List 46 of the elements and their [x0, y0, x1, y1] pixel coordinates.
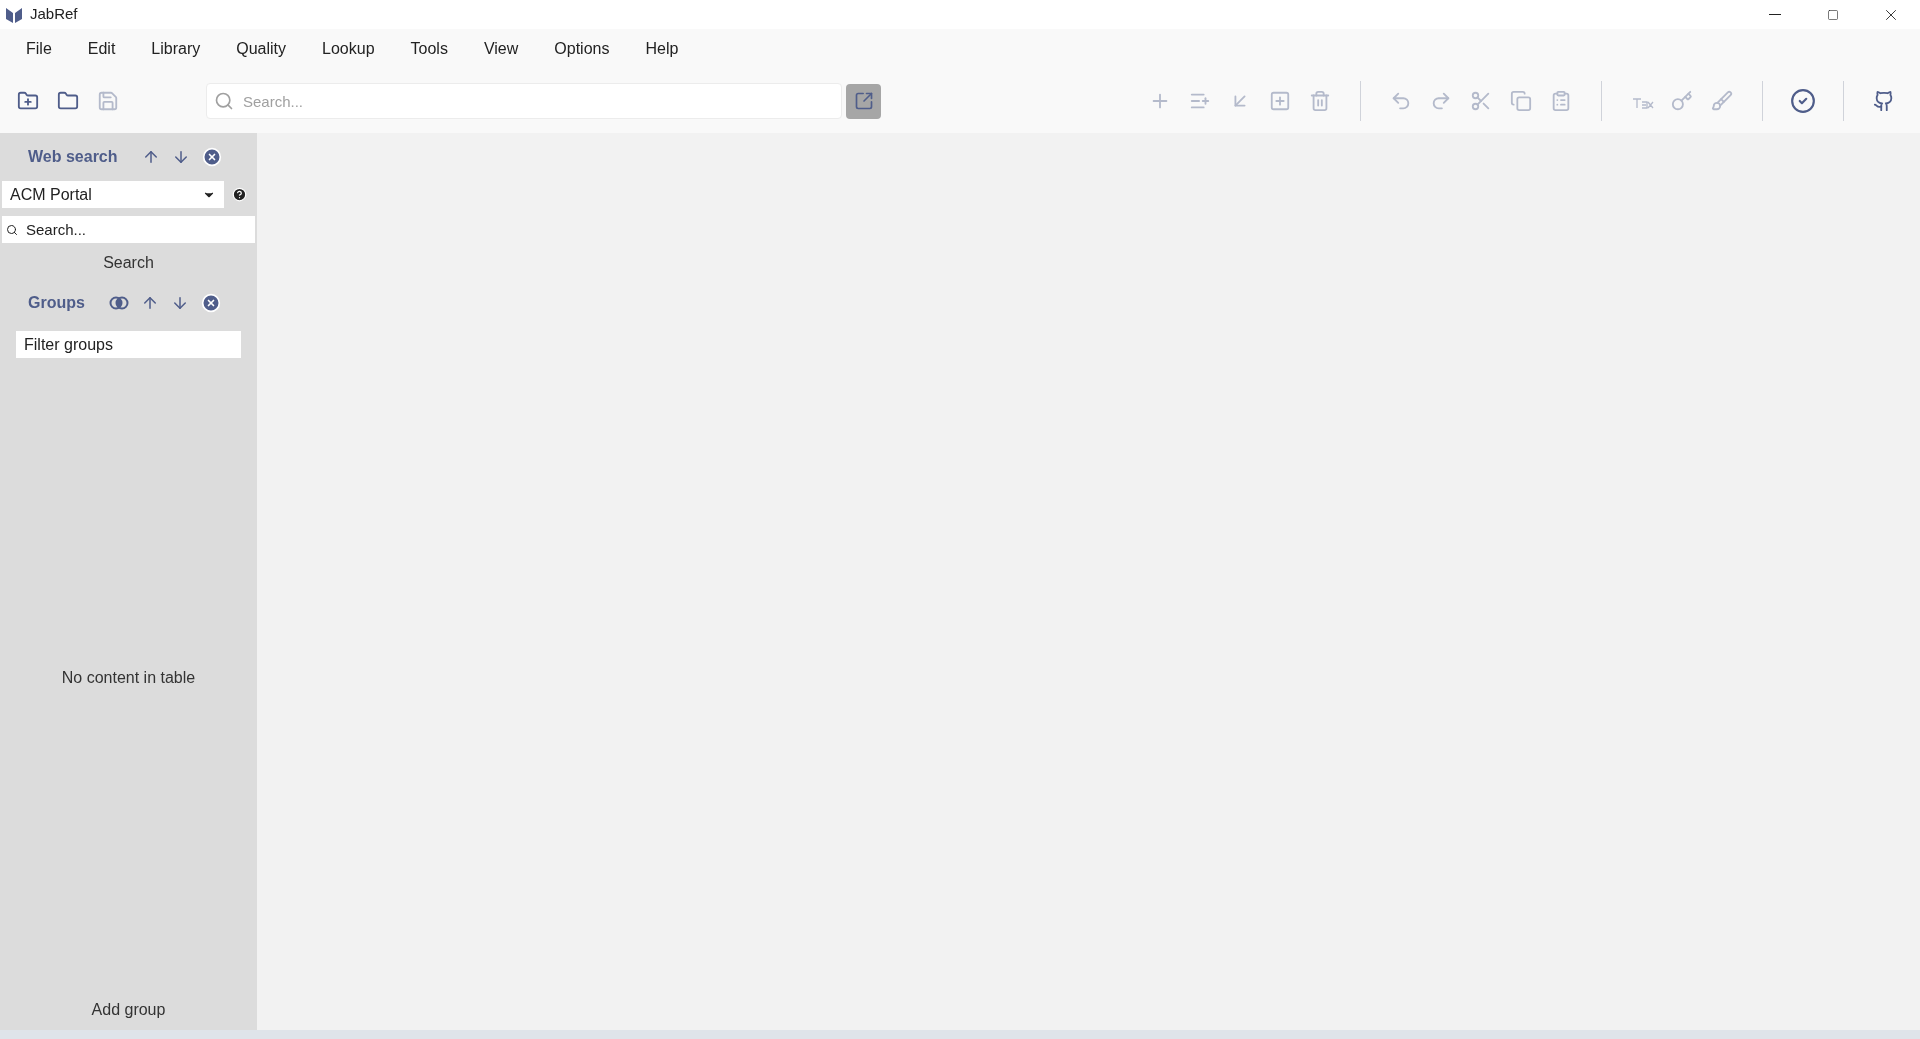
menu-item[interactable]: Quality [218, 29, 305, 69]
panel-title: Groups [28, 293, 85, 313]
menu-item[interactable]: Tools [392, 29, 466, 69]
fetcher-dropdown[interactable]: ACM Portal [2, 181, 224, 208]
github-icon [1873, 90, 1895, 112]
menu-item[interactable]: Help [627, 29, 697, 69]
trash-icon [1309, 90, 1331, 112]
search-button[interactable]: Search [103, 251, 154, 275]
menu-item[interactable]: View [465, 29, 537, 69]
filter-groups-field[interactable]: Filter groups [16, 331, 241, 358]
undo-icon [1390, 90, 1412, 112]
search-field[interactable]: Search... [206, 83, 842, 119]
menu-item[interactable]: Library [133, 29, 219, 69]
add-group-button[interactable]: Add group [91, 998, 166, 1022]
intersection-button[interactable] [108, 296, 129, 310]
open-external-button[interactable] [846, 83, 881, 119]
web-search-field[interactable]: Search... [2, 216, 255, 243]
help-icon [232, 187, 247, 202]
redo-icon [1430, 90, 1452, 112]
minimize-icon [1769, 14, 1781, 15]
menu-item[interactable]: Options [536, 29, 628, 69]
overlapping-circles-icon [108, 296, 129, 310]
clipboard-icon [1550, 90, 1572, 112]
save-icon [97, 90, 119, 112]
square-plus-icon [1269, 90, 1291, 112]
close-icon [201, 147, 222, 167]
menu-item[interactable]: Lookup [304, 29, 393, 69]
brush-icon [1711, 90, 1733, 112]
key-icon [1671, 90, 1693, 112]
panel-title: Web search [28, 147, 118, 167]
folder-icon [57, 90, 79, 112]
window-title: JabRef [30, 4, 78, 25]
search-icon [214, 91, 234, 111]
menu-item[interactable]: File [8, 29, 70, 69]
empty-table-message: No content in table [61, 668, 196, 688]
copy-icon [1510, 90, 1532, 112]
restore-icon [1827, 8, 1839, 21]
close-panel-button[interactable] [201, 147, 222, 167]
check-circle-icon [1790, 88, 1816, 114]
folder-plus-icon [17, 90, 39, 112]
scissors-icon [1470, 90, 1492, 112]
menu-item[interactable]: Edit [69, 29, 134, 69]
open-external-icon [853, 91, 874, 111]
search-icon [6, 224, 18, 236]
close-panel-button[interactable] [200, 293, 221, 313]
close-icon [200, 293, 221, 313]
